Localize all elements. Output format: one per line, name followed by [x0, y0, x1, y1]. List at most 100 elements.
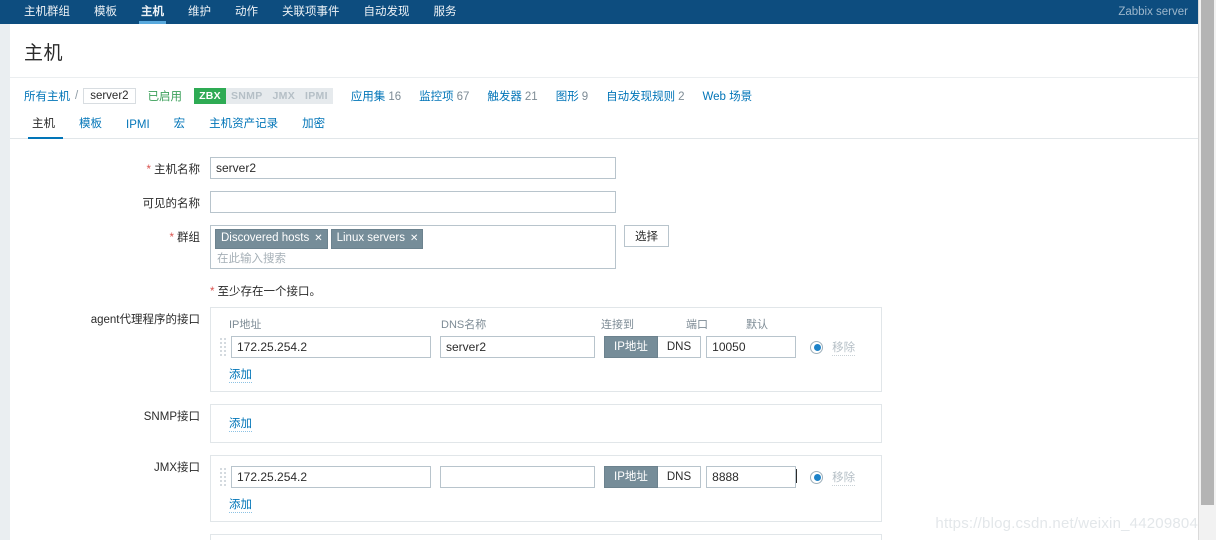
snmp-interfaces-label: SNMP接口 [143, 411, 200, 423]
tab-encryption[interactable]: 加密 [290, 115, 337, 138]
discovery-rules-count: 2 [678, 91, 685, 103]
group-tag-discovered-hosts[interactable]: Discovered hosts ✕ [215, 229, 328, 249]
agent-port-input[interactable] [706, 336, 797, 358]
tab-host-inventory[interactable]: 主机资产记录 [197, 115, 290, 138]
breadcrumb-applications[interactable]: 应用集 16 [351, 88, 401, 104]
badge-snmp: SNMP [225, 88, 268, 104]
groups-tag-list: Discovered hosts ✕ Linux servers ✕ [215, 229, 611, 249]
host-name-input[interactable] [210, 157, 616, 179]
visible-name-input[interactable] [210, 191, 616, 213]
jmx-port-wrapper [701, 466, 798, 488]
group-tag-linux-servers[interactable]: Linux servers ✕ [330, 229, 424, 249]
nav-item-host-groups[interactable]: 主机群组 [12, 0, 82, 24]
web-scenarios-label: Web 场景 [702, 91, 753, 103]
nav-item-actions[interactable]: 动作 [223, 0, 270, 24]
agent-ip-input[interactable] [231, 336, 431, 358]
nav-item-event-correlation[interactable]: 关联项事件 [270, 0, 352, 24]
group-tag-label: Discovered hosts [221, 232, 310, 244]
jmx-dns-input[interactable] [440, 466, 595, 488]
field-row-interfaces-hint: * 至少存在一个接口。 [10, 281, 1198, 299]
field-row-host-name: * 主机名称 [10, 157, 1198, 179]
select-groups-button[interactable]: 选择 [624, 225, 669, 247]
groups-label: * 群组 [10, 225, 210, 245]
field-row-groups: *群组 Discovered hosts ✕ Linux servers ✕ [10, 225, 1198, 269]
badge-ipmi: IPMI [300, 88, 333, 104]
agent-dns-input[interactable] [440, 336, 595, 358]
agent-add-link[interactable]: 添加 [229, 366, 252, 383]
breadcrumb-separator: / [75, 90, 79, 102]
jmx-default-radio[interactable] [810, 470, 824, 484]
field-row-agent-interfaces: agent代理程序的接口 IP地址 DNS名称 连接到 端口 默认 172.25… [10, 307, 1198, 392]
agent-default-radio[interactable] [810, 340, 824, 354]
groups-label-text: 群组 [177, 232, 200, 244]
groups-multiselect[interactable]: Discovered hosts ✕ Linux servers ✕ [210, 225, 616, 269]
column-port: 端口 [686, 319, 708, 331]
jmx-connect-dns-button[interactable]: DNS [657, 466, 702, 488]
drag-handle-icon[interactable] [219, 468, 227, 486]
column-connect-to: 连接到 [601, 319, 634, 331]
agent-connect-ip-button[interactable]: IP地址 [604, 336, 658, 358]
agent-connect-to-toggle: IP地址 DNS [604, 336, 702, 358]
jmx-ip-input[interactable] [231, 466, 431, 488]
breadcrumb-triggers[interactable]: 触发器 21 [487, 88, 537, 104]
snmp-interfaces-control: 添加 [210, 404, 1198, 443]
graphs-count: 9 [581, 91, 589, 103]
column-default: 默认 [746, 319, 768, 331]
jmx-interface-box: IP地址 DNS 移除 添加 [210, 455, 882, 522]
nav-item-maintenance[interactable]: 维护 [176, 0, 223, 24]
tab-macros[interactable]: 宏 [162, 115, 198, 138]
agent-interface-box: IP地址 DNS名称 连接到 端口 默认 172.25.254.2 server… [210, 307, 882, 392]
nav-item-hosts[interactable]: 主机 [129, 0, 176, 24]
agent-connect-dns-button[interactable]: DNS [657, 336, 702, 358]
groups-search-input[interactable] [215, 249, 611, 265]
discovery-rules-label: 自动发现规则 [606, 91, 676, 103]
snmp-interface-box: 添加 [210, 404, 882, 443]
jmx-connect-to-toggle: IP地址 DNS [604, 466, 702, 488]
jmx-default-cell: 移除 [810, 469, 856, 486]
applications-label: 应用集 [350, 91, 386, 103]
field-row-ipmi-interfaces: IPMI接口 添加 [10, 534, 1198, 540]
graphs-label: 图形 [555, 91, 579, 103]
breadcrumb-graphs[interactable]: 图形 9 [556, 88, 588, 104]
nav-item-services[interactable]: 服务 [422, 0, 469, 24]
jmx-connect-ip-button[interactable]: IP地址 [604, 466, 658, 488]
remove-tag-icon[interactable]: ✕ [410, 231, 418, 246]
applications-count: 16 [388, 91, 402, 103]
visible-name-control [210, 191, 1198, 213]
host-name-label: * 主机名称 [10, 157, 210, 177]
breadcrumb-discovery-rules[interactable]: 自动发现规则 2 [606, 88, 684, 104]
ipmi-interfaces-label: IPMI接口 [10, 534, 210, 540]
nav-item-discovery[interactable]: 自动发现 [352, 0, 422, 24]
page-content: 主机 所有主机 / server2 已启用 ZBX SNMP JMX IPMI … [10, 24, 1198, 540]
remove-tag-icon[interactable]: ✕ [314, 231, 322, 246]
groups-control: Discovered hosts ✕ Linux servers ✕ 选择 [210, 225, 1198, 269]
ipmi-interface-box: 添加 [210, 534, 882, 540]
tab-ipmi[interactable]: IPMI [114, 119, 162, 138]
tab-host[interactable]: 主机 [24, 115, 67, 139]
breadcrumb-all-hosts[interactable]: 所有主机 [24, 88, 70, 104]
nav-item-templates[interactable]: 模板 [82, 0, 129, 24]
jmx-port-input[interactable] [706, 466, 797, 488]
host-status-label[interactable]: 已启用 [148, 88, 183, 104]
drag-handle-icon[interactable] [219, 338, 227, 356]
jmx-interface-row: IP地址 DNS 移除 [219, 466, 873, 488]
page-scrollbar[interactable] [1198, 0, 1216, 540]
interfaces-hint-spacer [10, 281, 210, 285]
breadcrumb-items[interactable]: 监控项 67 [419, 88, 469, 104]
column-ip-address: IP地址 [229, 319, 262, 331]
agent-interfaces-label: agent代理程序的接口 [90, 314, 200, 326]
field-row-snmp-interfaces: SNMP接口 添加 [10, 404, 1198, 443]
breadcrumb-web-scenarios[interactable]: Web 场景 [703, 88, 753, 104]
jmx-add-link[interactable]: 添加 [229, 496, 252, 513]
jmx-interfaces-label: JMX接口 [154, 462, 200, 474]
badge-zbx[interactable]: ZBX [194, 88, 226, 104]
required-marker: * [146, 164, 151, 176]
jmx-interfaces-control: IP地址 DNS 移除 添加 [210, 455, 1198, 522]
interfaces-hint: * 至少存在一个接口。 [210, 281, 1198, 299]
snmp-add-link[interactable]: 添加 [229, 415, 252, 432]
scrollbar-thumb[interactable] [1201, 0, 1214, 505]
field-row-jmx-interfaces: JMX接口 IP地址 DNS [10, 455, 1198, 522]
breadcrumb: 所有主机 / server2 已启用 ZBX SNMP JMX IPMI 应用集… [10, 78, 1198, 112]
tab-templates[interactable]: 模板 [67, 115, 114, 138]
left-gutter [0, 24, 10, 540]
